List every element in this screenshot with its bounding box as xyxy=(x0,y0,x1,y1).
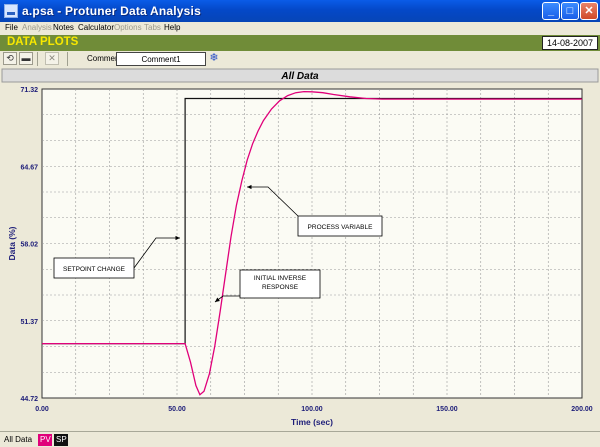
chart-title: All Data xyxy=(280,71,319,82)
y-axis-label: Data (%) xyxy=(7,226,17,260)
maximize-button[interactable]: □ xyxy=(561,2,579,20)
menu-tabs[interactable]: Tabs xyxy=(144,23,161,32)
tab-pv[interactable]: PV xyxy=(38,434,52,446)
comment-input[interactable] xyxy=(116,52,206,66)
x-tick-label: 150.00 xyxy=(436,406,458,413)
section-title: DATA PLOTS xyxy=(7,36,79,48)
y-tick-label: 44.72 xyxy=(20,396,38,403)
chart-panel: All Data 44.72 51.37 58.02 64.67 71.32 0.00 50.… xyxy=(0,67,600,431)
x-tick-label: 200.00 xyxy=(571,406,593,413)
annotation-text: SETPOINT CHANGE xyxy=(63,266,126,273)
y-tick-label: 64.67 xyxy=(20,164,38,171)
tab-sp[interactable]: SP xyxy=(54,434,68,446)
menu-file[interactable]: File xyxy=(5,23,18,32)
annotation-text: PROCESS VARIABLE xyxy=(308,224,374,231)
protuner-window: a.psa - Protuner Data Analysis _ □ ✕ File… xyxy=(0,0,600,447)
snowflake-icon[interactable]: ❄ xyxy=(208,52,220,65)
minimize-button[interactable]: _ xyxy=(542,2,560,20)
window-title: a.psa - Protuner Data Analysis xyxy=(22,4,201,18)
annotation-text: INITIAL INVERSE xyxy=(254,275,307,282)
menu-notes[interactable]: Notes xyxy=(53,23,74,32)
data-plot: All Data 44.72 51.37 58.02 64.67 71.32 0.00 50.… xyxy=(1,68,599,427)
x-tick-label: 0.00 xyxy=(35,406,49,413)
x-tick-label: 100.00 xyxy=(301,406,323,413)
y-tick-label: 51.37 xyxy=(20,319,38,326)
tab-all-data[interactable]: All Data xyxy=(2,434,34,446)
y-tick-label: 71.32 xyxy=(20,87,38,94)
close-button[interactable]: ✕ xyxy=(580,2,598,20)
open-folder-icon[interactable]: ▬ xyxy=(19,52,33,65)
tab-strip: All Data PV SP xyxy=(0,431,600,447)
x-tick-label: 50.00 xyxy=(168,406,186,413)
menu-bar: File Analysis Notes Calculator Options T… xyxy=(0,22,600,35)
toolbar-separator xyxy=(67,52,68,66)
title-bar: a.psa - Protuner Data Analysis _ □ ✕ xyxy=(0,0,600,22)
menu-analysis[interactable]: Analysis xyxy=(22,23,52,32)
delete-icon[interactable]: ✕ xyxy=(45,52,59,65)
undo-icon[interactable]: ⟲ xyxy=(3,52,17,65)
x-axis-label: Time (sec) xyxy=(291,417,333,427)
date-display: 14-08-2007 xyxy=(541,36,598,50)
app-icon xyxy=(4,4,18,18)
menu-help[interactable]: Help xyxy=(164,23,180,32)
menu-calculator[interactable]: Calculator xyxy=(78,23,114,32)
y-tick-label: 58.02 xyxy=(20,242,38,249)
annotation-text: RESPONSE xyxy=(262,284,299,291)
toolbar-separator xyxy=(37,52,38,66)
data-plots-header: DATA PLOTS 14-08-2007 xyxy=(0,35,600,51)
menu-options[interactable]: Options xyxy=(114,23,142,32)
toolbar: ⟲ ▬ ✕ Comment ❄ xyxy=(0,51,600,67)
